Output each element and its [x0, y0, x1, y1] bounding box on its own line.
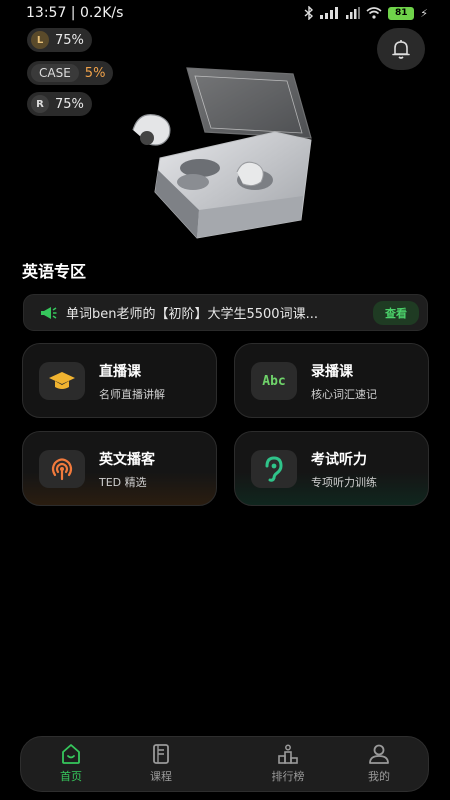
nav-item-profile[interactable]: 我的	[349, 743, 409, 784]
status-time: 13:57 | 0.2K/s	[26, 5, 124, 21]
card-title: 英文播客	[99, 452, 155, 468]
status-bar: 13:57 | 0.2K/s 81 ⚡	[0, 0, 450, 28]
case-value: 5%	[84, 65, 106, 81]
battery-icon: 81	[388, 6, 415, 20]
section-title: 英语专区	[22, 262, 87, 281]
recorded-course-card[interactable]: Abc 录播课 核心词汇速记	[234, 343, 429, 418]
live-course-card[interactable]: 直播课 名师直播讲解	[22, 343, 217, 418]
right-earbud-badge: R	[31, 95, 49, 113]
card-title: 录播课	[311, 364, 353, 380]
nav-label: 首页	[60, 770, 82, 783]
user-icon	[369, 744, 389, 764]
nav-item-leaderboard[interactable]: 排行榜	[258, 743, 318, 784]
notification-button[interactable]	[377, 28, 425, 70]
signal-icon	[320, 7, 339, 19]
graduation-cap-icon	[39, 362, 85, 400]
notice-text: 单词ben老师的【初阶】大学生5500词课...	[66, 307, 318, 322]
ear-icon	[251, 450, 297, 488]
left-earbud-badge: L	[31, 31, 49, 49]
card-title: 考试听力	[311, 452, 367, 468]
nav-label: 我的	[368, 770, 390, 783]
case-battery: CASE 5%	[27, 61, 114, 85]
left-earbud-battery: L 75%	[27, 28, 92, 52]
left-earbud-value: 75%	[55, 32, 84, 48]
charging-icon: ⚡	[420, 6, 428, 20]
view-button[interactable]: 查看	[373, 300, 419, 325]
earbuds-case-image	[132, 67, 312, 239]
podium-icon	[278, 744, 298, 764]
wifi-icon	[366, 7, 382, 19]
right-earbud-battery: R 75%	[27, 92, 92, 116]
nav-label: 课程	[150, 770, 172, 783]
home-icon	[62, 744, 80, 764]
nav-item-courses[interactable]: 课程	[131, 743, 191, 784]
podcast-icon	[39, 450, 85, 488]
exam-listening-card[interactable]: 考试听力 专项听力训练	[234, 431, 429, 506]
notice-bar[interactable]: 单词ben老师的【初阶】大学生5500词课... 查看	[23, 294, 428, 331]
right-earbud-value: 75%	[55, 96, 84, 112]
card-subtitle: 专项听力训练	[311, 476, 377, 489]
card-title: 直播课	[99, 364, 141, 380]
abc-icon: Abc	[251, 362, 297, 400]
status-icons: 81 ⚡	[304, 6, 428, 20]
signal-icon-2	[346, 7, 361, 19]
card-subtitle: 名师直播讲解	[99, 388, 165, 401]
case-badge: CASE	[31, 64, 79, 82]
card-subtitle: TED 精选	[99, 476, 147, 489]
bottom-navigation: 首页 课程 排行榜 我的	[20, 736, 429, 792]
nav-item-home[interactable]: 首页	[41, 743, 101, 784]
bluetooth-icon	[304, 6, 314, 20]
english-podcast-card[interactable]: 英文播客 TED 精选	[22, 431, 217, 506]
bell-icon	[392, 40, 410, 59]
nav-label: 排行榜	[271, 770, 305, 783]
megaphone-icon	[41, 306, 57, 319]
book-icon	[153, 744, 169, 764]
card-subtitle: 核心词汇速记	[311, 388, 377, 401]
abc-icon-text: Abc	[262, 373, 286, 389]
